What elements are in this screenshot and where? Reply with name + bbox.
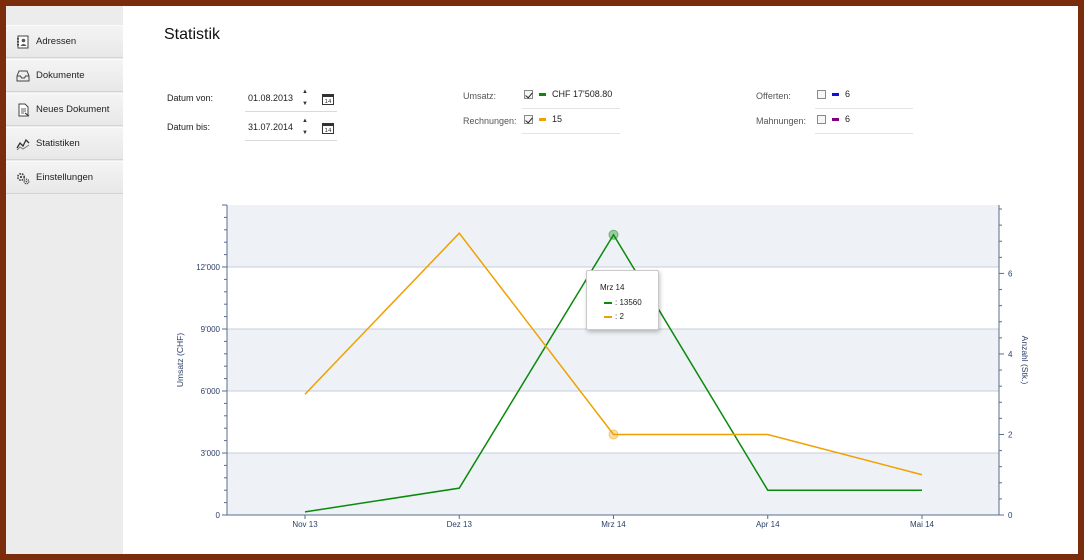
x-tick-label: Apr 14 — [756, 520, 780, 529]
tooltip-value: : 2 — [615, 312, 624, 321]
y-tick-label-left: 3'000 — [201, 449, 221, 458]
y-axis-title-left: Umsatz (CHF) — [175, 333, 185, 387]
tooltip-title: Mrz 14 — [600, 283, 625, 292]
x-tick-label: Dez 13 — [447, 520, 473, 529]
tooltip-swatch — [604, 302, 612, 304]
app-window: Adressen Dokumente Neues Dokument Statis… — [6, 6, 1078, 554]
tooltip-row-rechnungen: : 2 — [604, 312, 624, 321]
tooltip-swatch — [604, 316, 612, 318]
tooltip-row-umsatz: : 13560 — [604, 298, 642, 307]
chart-tooltip: Mrz 14 : 13560 : 2 — [586, 270, 659, 330]
y-tick-label-right: 0 — [1008, 511, 1013, 520]
y-tick-label-left: 12'000 — [196, 263, 220, 272]
tooltip-value: : 13560 — [615, 298, 642, 307]
y-axis-title-right: Anzahl (Stk.) — [1020, 336, 1030, 385]
x-tick-label: Mai 14 — [910, 520, 935, 529]
statistics-chart: 0 3'000 6'000 9'000 12'000 0 2 4 6 Nov 13 Dez 13 Mr… — [175, 204, 1030, 529]
series-point-0 — [608, 229, 619, 240]
plot-band — [227, 329, 999, 391]
x-tick-label: Nov 13 — [292, 520, 318, 529]
y-tick-label-right: 2 — [1008, 430, 1013, 439]
x-tick-label: Mrz 14 — [601, 520, 626, 529]
y-tick-label-right: 4 — [1008, 350, 1013, 359]
y-tick-label-left: 6'000 — [201, 387, 221, 396]
y-tick-label-right: 6 — [1008, 269, 1013, 278]
plot-band — [227, 391, 999, 453]
y-tick-label-left: 0 — [216, 511, 221, 520]
y-tick-label-left: 9'000 — [201, 325, 221, 334]
series-point-1 — [608, 429, 619, 440]
